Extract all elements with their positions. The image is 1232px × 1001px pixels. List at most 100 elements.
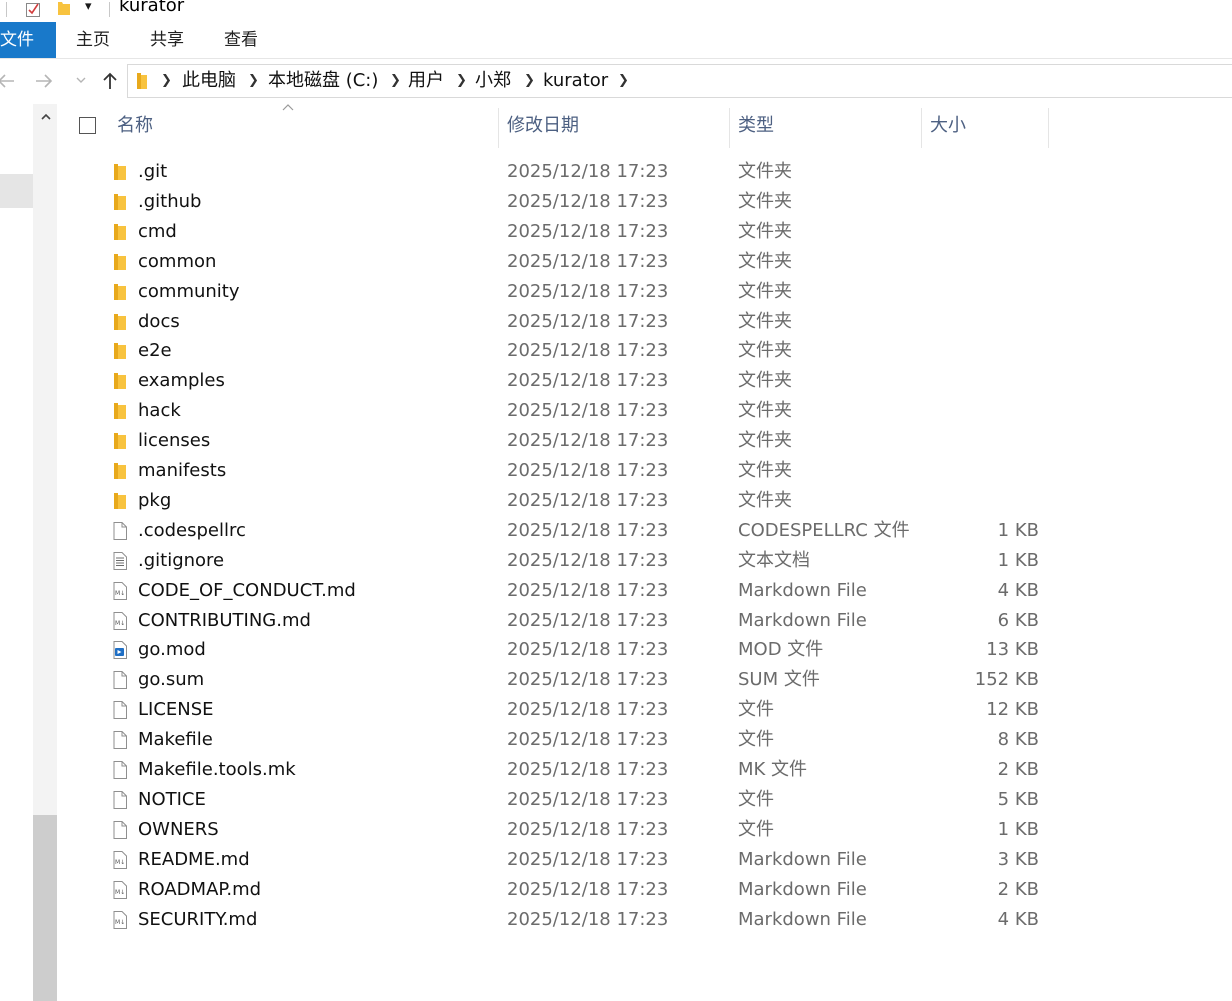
column-divider[interactable] (921, 108, 922, 148)
file-date-modified: 2025/12/18 17:23 (507, 310, 669, 332)
file-row[interactable]: Makefile 2025/12/18 17:23 文件 8 KB (60, 725, 1060, 755)
file-row[interactable]: M↓ CODE_OF_CONDUCT.md 2025/12/18 17:23 Mark… (60, 576, 1060, 606)
svg-text:M↓: M↓ (115, 859, 125, 866)
nav-pane-selected-item[interactable] (0, 174, 33, 208)
file-name: Makefile.tools.mk (138, 759, 296, 780)
file-date-modified: 2025/12/18 17:23 (507, 190, 669, 212)
properties-checkmark-icon[interactable] (25, 1, 41, 17)
file-type: 文件夹 (738, 460, 792, 481)
breadcrumb-user-folder[interactable]: 小郑 (475, 65, 511, 97)
file-name: common (138, 250, 217, 272)
forward-arrow-icon[interactable] (34, 71, 54, 91)
file-type: 文件夹 (738, 340, 792, 362)
file-row[interactable]: M↓ ROADMAP.md 2025/12/18 17:23 Markdown Fil… (60, 875, 1060, 905)
file-size: 4 KB (997, 908, 1039, 930)
tab-file[interactable]: 文件 (0, 22, 56, 58)
file-row[interactable]: docs 2025/12/18 17:23 文件夹 (60, 307, 1060, 337)
file-type: 文件夹 (738, 161, 792, 182)
file-type: Markdown File (738, 908, 867, 930)
folder-icon (111, 402, 129, 420)
select-all-checkbox[interactable] (79, 117, 96, 134)
column-header-type[interactable]: 类型 (738, 104, 918, 148)
file-row[interactable]: go.sum 2025/12/18 17:23 SUM 文件 152 KB (60, 665, 1060, 695)
folder-icon (111, 342, 129, 360)
column-divider[interactable] (1048, 108, 1049, 148)
file-row[interactable]: hack 2025/12/18 17:23 文件夹 (60, 396, 1060, 426)
navigation-pane (0, 104, 60, 1001)
column-header-name[interactable]: 名称 (117, 104, 497, 148)
breadcrumb-local-disk[interactable]: 本地磁盘 (C:) (268, 65, 378, 97)
title-bar: ▾ kurator (0, 0, 1232, 22)
breadcrumb-users[interactable]: 用户 (408, 65, 444, 97)
file-row[interactable]: e2e 2025/12/18 17:23 文件夹 (60, 336, 1060, 366)
file-type: 文件 (738, 788, 774, 810)
chevron-right-icon[interactable]: ❯ (161, 65, 172, 97)
quick-access-dropdown-icon[interactable]: ▾ (85, 0, 92, 15)
file-size (920, 486, 1039, 516)
file-size (920, 426, 1039, 456)
svg-text:M↓: M↓ (115, 919, 125, 926)
tab-home[interactable]: 主页 (76, 22, 110, 58)
column-divider[interactable] (498, 108, 499, 148)
folder-icon (111, 492, 129, 510)
chevron-right-icon[interactable]: ❯ (456, 65, 467, 97)
scroll-up-icon[interactable] (40, 112, 52, 122)
back-arrow-icon[interactable] (0, 71, 16, 91)
column-header-date[interactable]: 修改日期 (507, 104, 727, 148)
file-row[interactable]: LICENSE 2025/12/18 17:23 文件 12 KB (60, 695, 1060, 725)
file-date-modified: 2025/12/18 17:23 (507, 818, 669, 840)
recent-locations-chevron-icon[interactable] (74, 73, 88, 87)
markdown-file-icon: M↓ (111, 850, 129, 869)
file-row[interactable]: go.mod 2025/12/18 17:23 MOD 文件 13 KB (60, 635, 1060, 665)
file-row[interactable]: community 2025/12/18 17:23 文件夹 (60, 277, 1060, 307)
file-row[interactable]: NOTICE 2025/12/18 17:23 文件 5 KB (60, 785, 1060, 815)
file-row[interactable]: examples 2025/12/18 17:23 文件夹 (60, 366, 1060, 396)
file-row[interactable]: .gitignore 2025/12/18 17:23 文本文档 1 KB (60, 546, 1060, 576)
file-name: e2e (138, 340, 172, 362)
breadcrumb-kurator[interactable]: kurator (543, 65, 608, 97)
folder-icon (111, 462, 129, 480)
tab-file-label: 文件 (0, 30, 34, 50)
file-row[interactable]: .github 2025/12/18 17:23 文件夹 (60, 187, 1060, 217)
tab-share[interactable]: 共享 (150, 22, 184, 58)
folder-icon (111, 313, 129, 331)
file-type: 文件夹 (738, 370, 792, 392)
up-arrow-icon[interactable] (100, 71, 120, 91)
file-row[interactable]: licenses 2025/12/18 17:23 文件夹 (60, 426, 1060, 456)
file-row[interactable]: M↓ CONTRIBUTING.md 2025/12/18 17:23 Markdow… (60, 606, 1060, 636)
file-row[interactable]: OWNERS 2025/12/18 17:23 文件 1 KB (60, 815, 1060, 845)
new-folder-icon[interactable] (57, 0, 71, 16)
file-row[interactable]: M↓ README.md 2025/12/18 17:23 Markdown File… (60, 845, 1060, 875)
address-bar[interactable]: ❯ 此电脑 ❯ 本地磁盘 (C:) ❯ 用户 ❯ 小郑 ❯ kurator ❯ (127, 64, 1232, 98)
file-row[interactable]: common 2025/12/18 17:23 文件夹 (60, 247, 1060, 277)
file-type: Markdown File (738, 878, 867, 900)
chevron-right-icon[interactable]: ❯ (618, 65, 629, 97)
chevron-right-icon[interactable]: ❯ (248, 65, 259, 97)
file-name: go.mod (138, 639, 206, 661)
column-header-size[interactable]: 大小 (930, 104, 1045, 148)
file-row[interactable]: M↓ SECURITY.md 2025/12/18 17:23 Markdown Fi… (60, 905, 1060, 935)
file-row[interactable]: .git 2025/12/18 17:23 文件夹 (60, 157, 1060, 187)
tab-view[interactable]: 查看 (224, 22, 258, 58)
markdown-file-icon: M↓ (111, 611, 129, 630)
file-row[interactable]: pkg 2025/12/18 17:23 文件夹 (60, 486, 1060, 516)
nav-scrollbar-thumb[interactable] (33, 815, 57, 1001)
file-icon (111, 521, 129, 540)
file-type: SUM 文件 (738, 669, 820, 691)
file-name: README.md (138, 848, 250, 870)
file-type: 文件夹 (738, 250, 792, 272)
column-divider[interactable] (729, 108, 730, 148)
file-row[interactable]: Makefile.tools.mk 2025/12/18 17:23 MK 文件 2 … (60, 755, 1060, 785)
file-icon (111, 761, 129, 779)
chevron-right-icon[interactable]: ❯ (390, 65, 401, 97)
chevron-right-icon[interactable]: ❯ (524, 65, 535, 97)
svg-text:M↓: M↓ (115, 590, 125, 597)
breadcrumb-this-pc[interactable]: 此电脑 (182, 65, 236, 97)
file-name: pkg (138, 489, 172, 511)
file-type: 文本文档 (738, 549, 810, 571)
file-row[interactable]: cmd 2025/12/18 17:23 文件夹 (60, 217, 1060, 247)
file-row[interactable]: .codespellrc 2025/12/18 17:23 CODESPELLRC … (60, 516, 1060, 546)
file-row[interactable]: manifests 2025/12/18 17:23 文件夹 (60, 456, 1060, 486)
file-type: 文件夹 (738, 220, 792, 242)
folder-icon (111, 253, 129, 271)
